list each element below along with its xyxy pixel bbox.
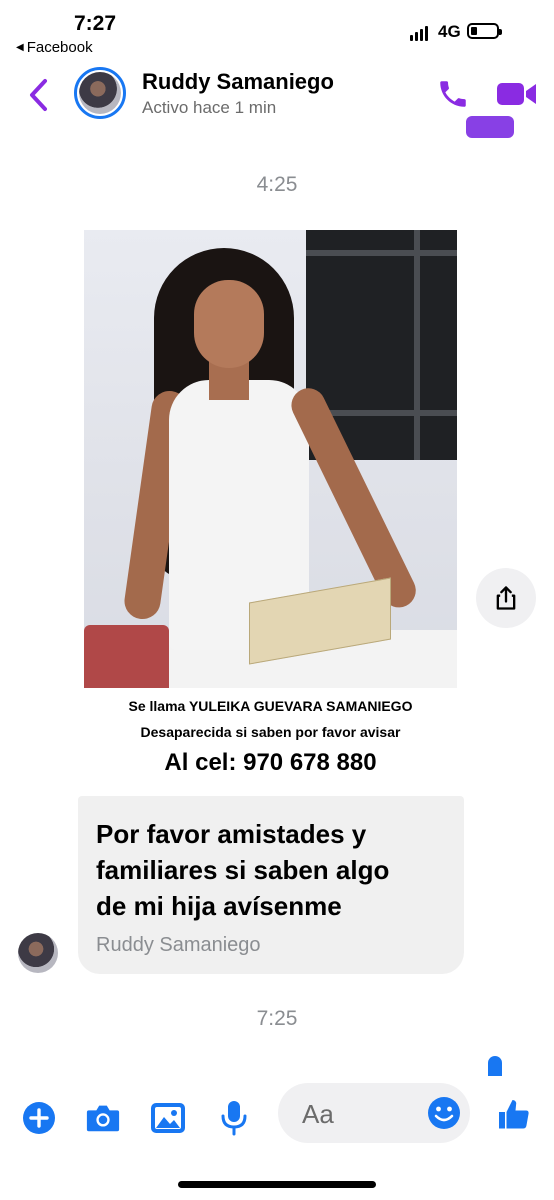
emoji-button[interactable] <box>426 1095 462 1131</box>
camera-icon <box>86 1105 120 1132</box>
message-input[interactable] <box>300 1095 424 1133</box>
message-composer <box>0 1080 554 1160</box>
photo-caption-phone: Al cel: 970 678 880 <box>164 749 377 776</box>
message-timestamp: 4:25 <box>256 173 298 196</box>
share-button[interactable] <box>476 568 536 628</box>
thumbs-up-icon <box>499 1100 529 1129</box>
shared-photo-message[interactable]: Se llama YULEIKA GUEVARA SAMANIEGO Desap… <box>84 230 457 790</box>
message-text: Por favor amistades y familiares si sabe… <box>96 816 446 924</box>
back-button[interactable] <box>26 77 50 113</box>
message-timestamp: 7:25 <box>256 1007 298 1030</box>
emoji-icon <box>428 1097 460 1129</box>
message-bubble[interactable]: Por favor amistades y familiares si sabe… <box>78 796 464 974</box>
plus-icon <box>23 1102 55 1134</box>
sender-avatar[interactable] <box>18 933 58 973</box>
avatar-image <box>79 72 121 114</box>
contact-active-status: Activo hace 1 min <box>142 98 277 117</box>
message-line: familiares si saben algo <box>96 855 390 885</box>
signal-strength-icon <box>410 26 428 41</box>
microphone-icon <box>221 1101 247 1136</box>
battery-icon <box>467 23 502 39</box>
gallery-button[interactable] <box>150 1100 186 1136</box>
missing-person-photo <box>84 230 457 688</box>
contact-avatar[interactable] <box>74 67 126 119</box>
message-sender-name: Ruddy Samaniego <box>96 934 261 956</box>
status-time: 7:27 <box>74 12 117 35</box>
contact-name[interactable]: Ruddy Samaniego <box>142 69 334 95</box>
photo-caption-missing: Desaparecida si saben por favor avisar <box>140 724 401 740</box>
video-button-shadow <box>466 116 514 138</box>
message-line: de mi hija avísenme <box>96 891 342 921</box>
camera-button[interactable] <box>85 1100 121 1136</box>
share-icon <box>496 586 516 610</box>
like-button[interactable] <box>496 1097 532 1133</box>
chevron-left-icon <box>30 79 47 111</box>
video-camera-icon <box>497 83 536 105</box>
back-app-label: Facebook <box>26 39 93 56</box>
back-triangle-icon: ◀ <box>16 42 24 53</box>
voice-message-button[interactable] <box>216 1100 252 1136</box>
message-line: Por favor amistades y <box>96 819 367 849</box>
back-to-app-link[interactable]: ◀ Facebook <box>16 39 93 56</box>
photo-caption-name: Se llama YULEIKA GUEVARA SAMANIEGO <box>128 698 413 714</box>
audio-call-button[interactable] <box>436 77 470 111</box>
video-call-button[interactable] <box>496 80 538 108</box>
image-icon <box>151 1103 185 1133</box>
message-input-pill[interactable] <box>278 1083 470 1143</box>
sent-like-partial <box>488 1056 502 1076</box>
more-actions-button[interactable] <box>21 1100 57 1136</box>
home-indicator[interactable] <box>178 1181 376 1188</box>
phone-icon <box>440 81 466 107</box>
network-type: 4G <box>438 22 461 41</box>
